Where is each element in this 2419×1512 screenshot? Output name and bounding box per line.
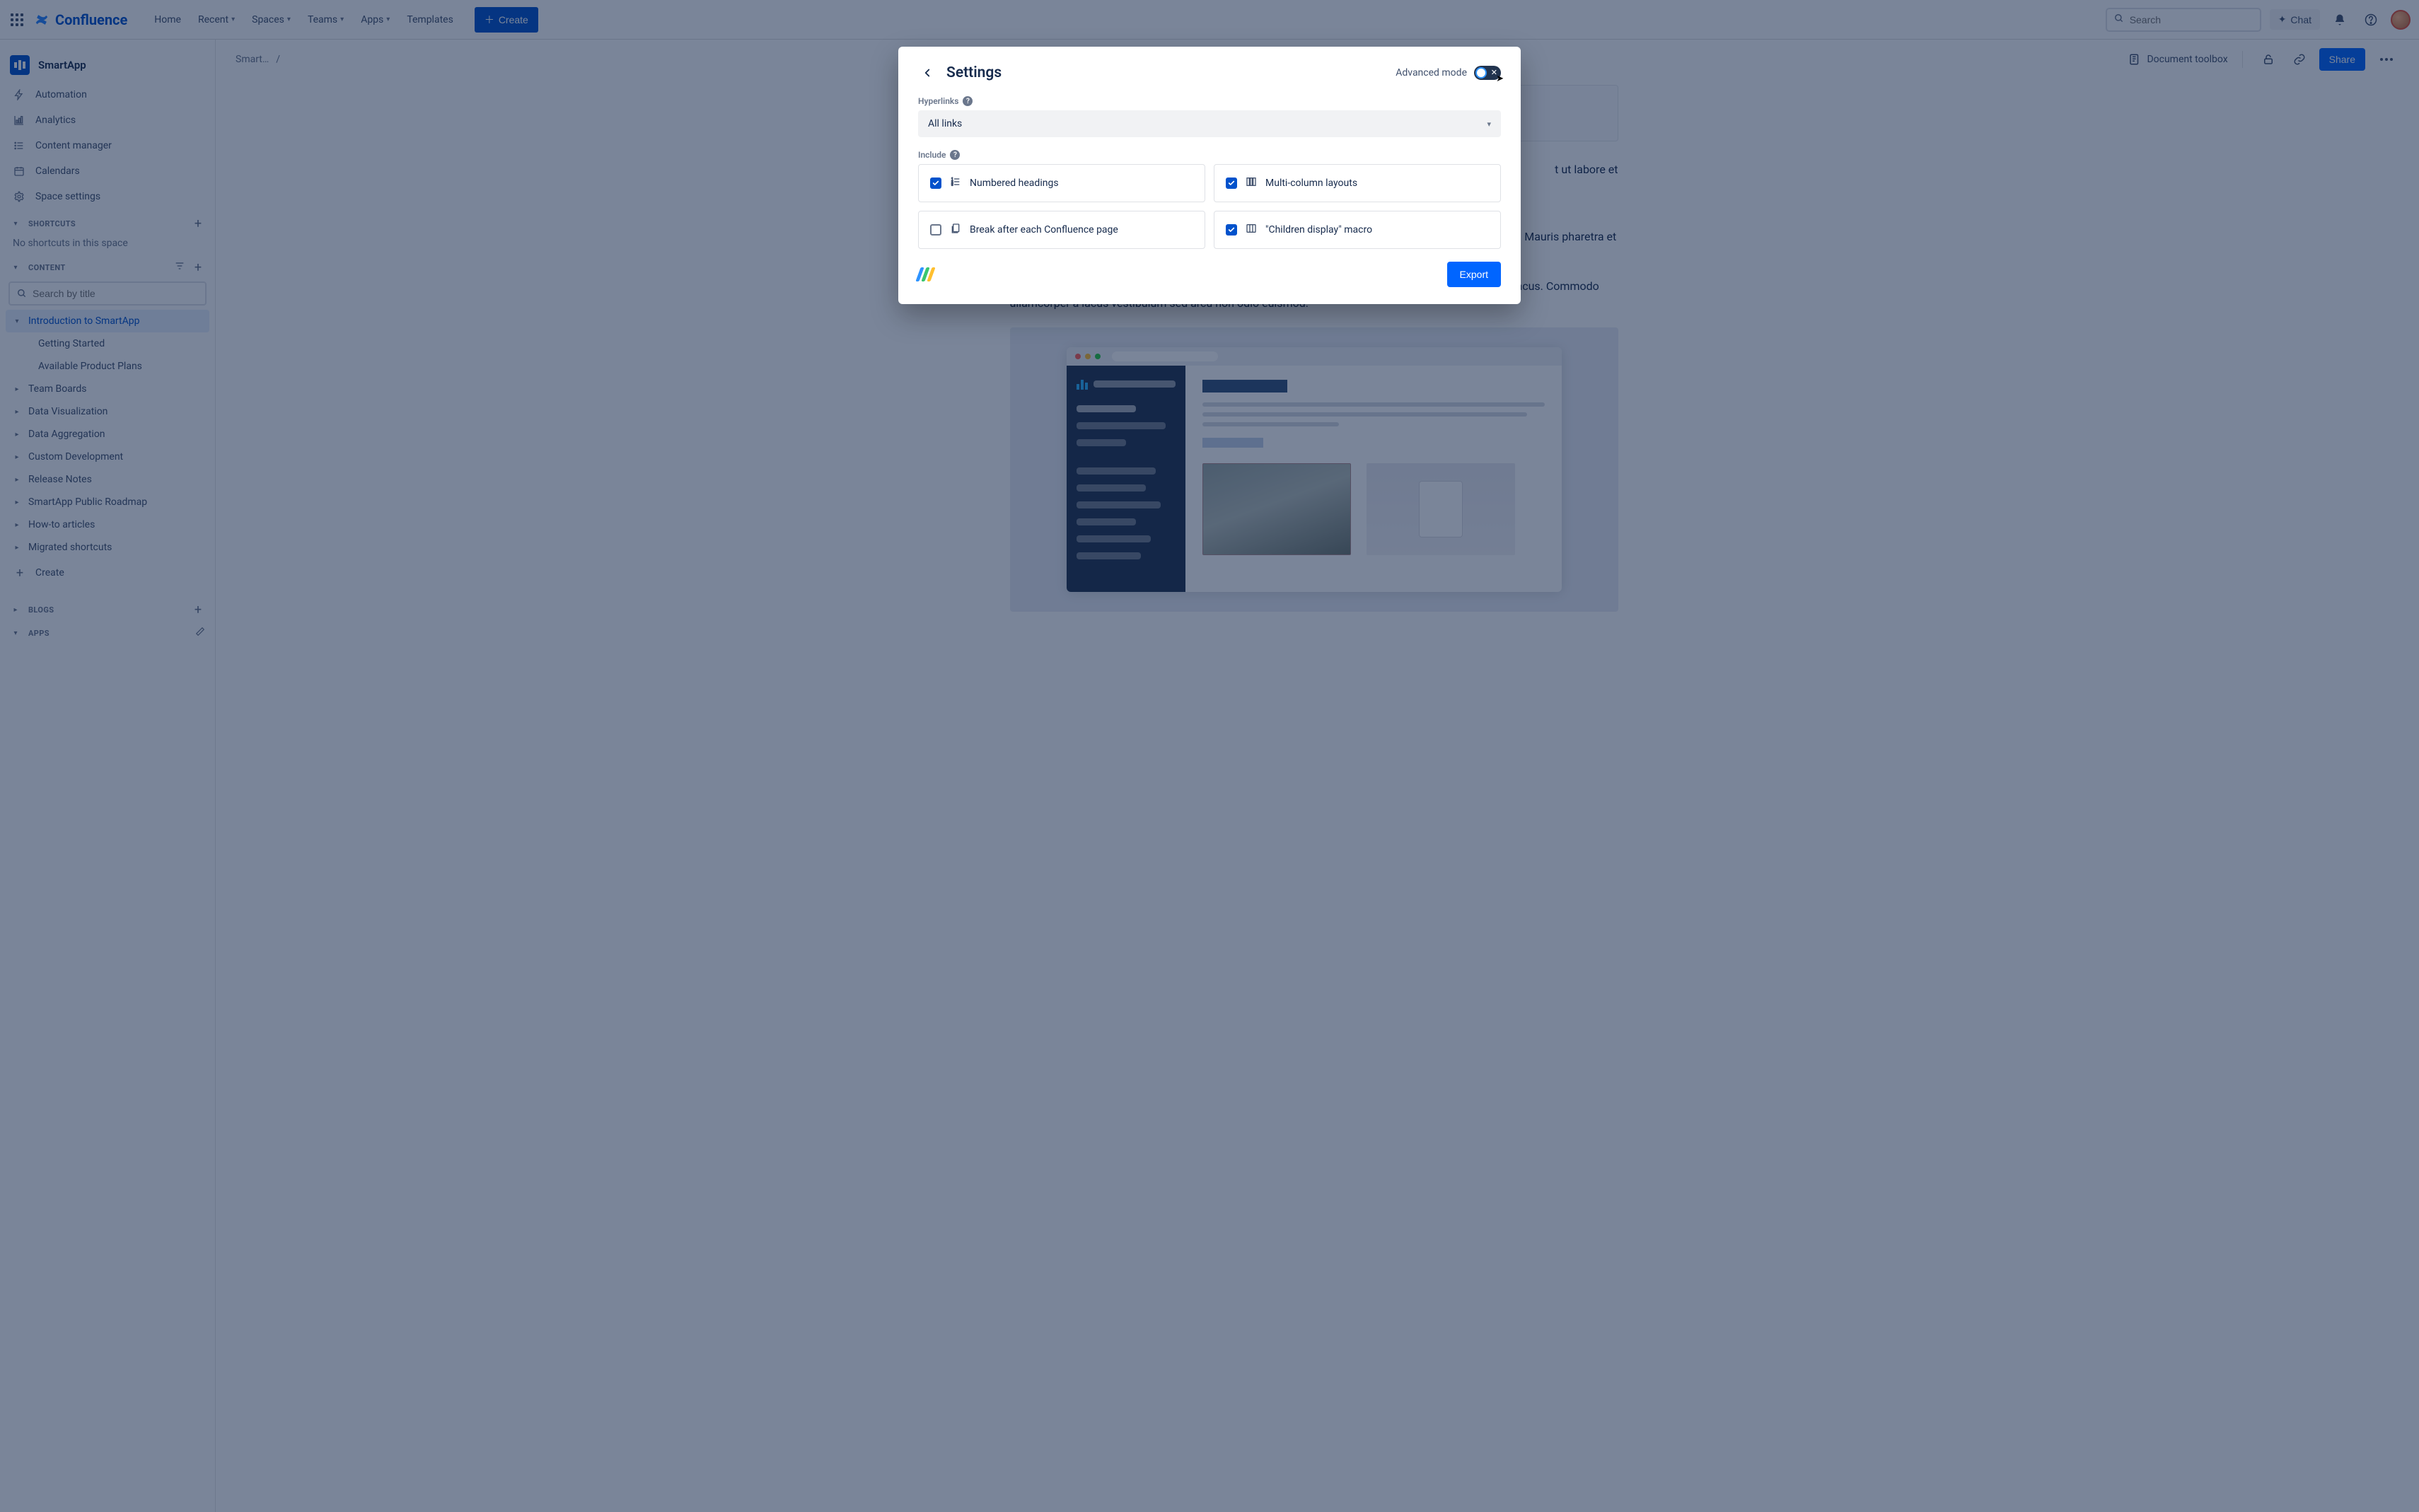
- svg-text:3: 3: [951, 182, 953, 187]
- include-option[interactable]: Break after each Confluence page: [918, 211, 1205, 249]
- chevron-down-icon: ▾: [1487, 120, 1491, 129]
- columns-icon: [1246, 176, 1257, 190]
- include-option[interactable]: Multi-column layouts: [1214, 164, 1501, 202]
- include-option-label: Multi-column layouts: [1265, 178, 1357, 189]
- include-option[interactable]: 123 Numbered headings: [918, 164, 1205, 202]
- checkbox[interactable]: [930, 178, 941, 189]
- hyperlinks-value: All links: [928, 118, 962, 129]
- modal-overlay[interactable]: Settings Advanced mode ✕ ➤ Hyperlinks ? …: [0, 0, 2419, 1512]
- children-icon: [1246, 223, 1257, 237]
- back-button[interactable]: [918, 64, 936, 82]
- pages-icon: [950, 223, 961, 237]
- modal-title: Settings: [946, 64, 1002, 81]
- settings-modal: Settings Advanced mode ✕ ➤ Hyperlinks ? …: [898, 47, 1521, 304]
- include-option-label: Break after each Confluence page: [970, 224, 1118, 235]
- include-option[interactable]: "Children display" macro: [1214, 211, 1501, 249]
- help-icon[interactable]: ?: [963, 96, 973, 106]
- checkbox[interactable]: [930, 224, 941, 235]
- export-button[interactable]: Export: [1447, 262, 1501, 287]
- advanced-mode-toggle[interactable]: ✕ ➤: [1474, 66, 1501, 80]
- checkbox[interactable]: [1226, 178, 1237, 189]
- include-field-label: Include: [918, 150, 946, 160]
- brand-logo-icon: [915, 267, 935, 281]
- include-option-label: "Children display" macro: [1265, 224, 1372, 235]
- list-ol-icon: 123: [950, 176, 961, 190]
- include-options: 123 Numbered headings Multi-column layouts…: [918, 164, 1501, 249]
- hyperlinks-select[interactable]: All links ▾: [918, 110, 1501, 137]
- include-option-label: Numbered headings: [970, 178, 1059, 189]
- checkbox[interactable]: [1226, 224, 1237, 235]
- toggle-x-icon: ✕: [1491, 68, 1497, 78]
- advanced-mode-label: Advanced mode: [1396, 67, 1467, 78]
- help-icon[interactable]: ?: [950, 150, 960, 160]
- hyperlinks-field-label: Hyperlinks: [918, 96, 958, 106]
